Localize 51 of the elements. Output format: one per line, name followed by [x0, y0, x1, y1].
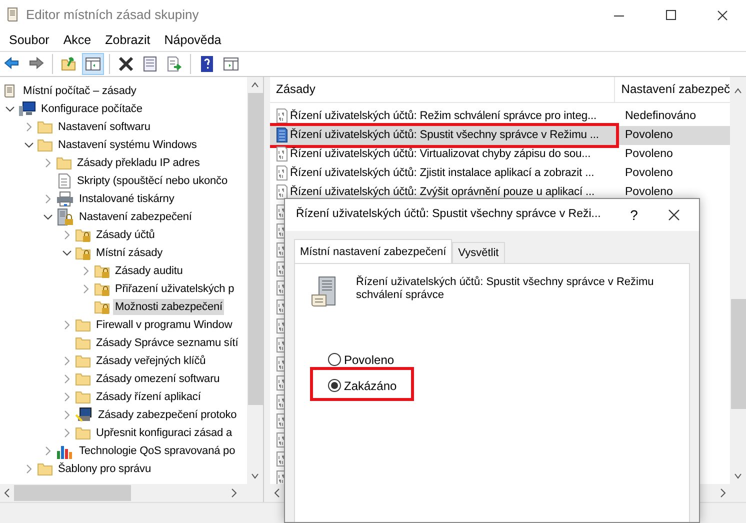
tree-item[interactable]: Firewall v programu Window	[94, 316, 234, 334]
menu-item[interactable]: Nápověda	[157, 31, 228, 50]
tree-item[interactable]: Zásady omezení softwaru	[94, 370, 222, 388]
policy-row[interactable]: Řízení uživatelských účtů: Zjistit instalace aplikací a zobrazit ... Povoleno	[270, 164, 730, 183]
tree-item[interactable]: Zásady překladu IP adres	[75, 154, 202, 172]
tree-item[interactable]: Nastavení softwaru	[56, 118, 152, 136]
dialog-title: Řízení uživatelských účtů: Spustit všechny správce v Reži...	[296, 206, 601, 222]
tree-item[interactable]: Zásady auditu	[113, 262, 185, 280]
tree-item[interactable]: Skripty (spouštěcí nebo ukončo	[75, 172, 230, 190]
option-label[interactable]: Povoleno	[344, 350, 394, 368]
policy-name: Řízení uživatelských účtů: Virtualizovat chyby zápisu do sou...	[290, 146, 591, 162]
help-button[interactable]: ?	[619, 204, 649, 226]
policy-name: Řízení uživatelských účtů: Spustit všechny správce v Režimu ...	[290, 127, 599, 144]
tree-item[interactable]: Místní zásady	[94, 244, 165, 262]
tree-item[interactable]: Instalované tiskárny	[77, 190, 176, 208]
menu-item[interactable]: Zobrazit	[98, 31, 158, 50]
tree-item[interactable]: Zásady veřejných klíčů	[94, 352, 208, 370]
tree-item[interactable]: Zásady řízení aplikací	[94, 388, 203, 406]
policy-setting: Nedefinováno	[624, 108, 696, 124]
policy-setting: Povoleno	[624, 166, 673, 181]
tree-item[interactable]: Zásady Správce seznamu sítí	[94, 334, 240, 352]
tree-item[interactable]: Technologie QoS spravovaná po	[77, 442, 238, 460]
policy-name: Řízení uživatelských účtů: Zvýšit oprávnění pouze u aplikací ...	[290, 184, 595, 200]
policy-row[interactable]: Řízení uživatelských účtů: Virtualizovat chyby zápisu do sou... Povoleno	[270, 145, 730, 164]
tree-item[interactable]: Přiřazení uživatelských p	[113, 280, 236, 298]
policy-setting: Povoleno	[624, 128, 673, 143]
tree-item[interactable]: Upřesnit konfiguraci zásad a	[94, 424, 234, 442]
tree-item[interactable]: Místní počítač – zásady	[21, 82, 138, 100]
tree-item[interactable]: Šablony pro správu	[56, 460, 153, 478]
policy-row[interactable]: Řízení uživatelských účtů: Zvýšit oprávnění pouze u aplikací ... Povoleno	[270, 183, 730, 202]
tree-item[interactable]: Nastavení zabezpečení	[77, 208, 194, 226]
column-header[interactable]: Nastavení zabezpeč	[615, 80, 730, 102]
policy-description: Řízení uživatelských účtů: Spustit všechny správce v Režimu schválení správce	[356, 276, 655, 302]
tree-item[interactable]: Zásady účtů	[94, 226, 157, 244]
tree-item[interactable]: Konfigurace počítače	[39, 100, 144, 118]
policy-row[interactable]: Řízení uživatelských účtů: Režim schválení správce pro integ... Nedefinováno	[270, 107, 730, 126]
option-label[interactable]: Zakázáno	[344, 376, 397, 394]
tree-item[interactable]: Zásady zabezpečení protoko	[96, 406, 239, 424]
tab[interactable]: Vysvětlit	[452, 242, 505, 264]
tab[interactable]: Místní nastavení zabezpečení	[294, 239, 452, 264]
policy-setting: Povoleno	[624, 146, 673, 162]
policy-name: Řízení uživatelských účtů: Zjistit instalace aplikací a zobrazit ...	[290, 165, 594, 182]
policy-setting: Povoleno	[624, 184, 673, 200]
column-header[interactable]: Zásady	[270, 77, 616, 102]
menu-item[interactable]: Akce	[56, 31, 98, 50]
tree-item[interactable]: Možnosti zabezpečení	[113, 298, 224, 316]
tree-item[interactable]: Nastavení systému Windows	[56, 136, 199, 154]
policy-row[interactable]: Řízení uživatelských účtů: Spustit všechny správce v Režimu ... Povoleno	[270, 126, 730, 145]
window-title: Editor místních zásad skupiny	[26, 6, 199, 24]
menu-item[interactable]: Soubor	[2, 31, 56, 50]
policy-name: Řízení uživatelských účtů: Režim schválení správce pro integ...	[290, 108, 596, 124]
